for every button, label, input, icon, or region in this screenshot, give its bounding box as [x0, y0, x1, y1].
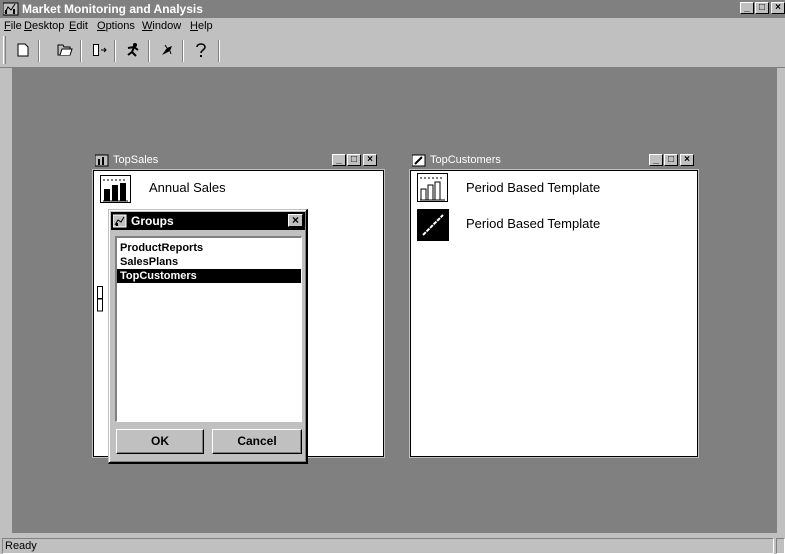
topsales-close-button[interactable]: ×	[363, 154, 377, 166]
new-document-icon	[17, 43, 29, 60]
topcustomers-close-button[interactable]: ×	[680, 154, 694, 166]
open-button[interactable]	[52, 40, 78, 62]
toolbar-grip	[3, 36, 6, 64]
list-item[interactable]: ProductReports	[117, 241, 301, 255]
app-title: Market Monitoring and Analysis	[22, 2, 203, 16]
groups-dialog: Groups × ProductReports SalesPlans TopCu…	[108, 209, 308, 464]
status-pane-right	[776, 538, 785, 554]
topcustomers-content: Period Based Template Period Based Templ…	[410, 170, 698, 457]
dialog-icon	[112, 214, 127, 228]
topcustomers-maximize-button[interactable]: □	[664, 154, 678, 166]
window-icon	[411, 154, 426, 167]
app-icon	[2, 1, 19, 16]
topcustomers-window: TopCustomers _ □ × Period Based Template…	[407, 150, 701, 460]
run-button[interactable]	[120, 40, 146, 62]
ok-button[interactable]: OK	[116, 429, 204, 454]
cursor-tool-icon	[159, 42, 175, 61]
status-pane: Ready	[2, 538, 774, 554]
minimize-button[interactable]: _	[740, 2, 754, 14]
list-item[interactable]: Annual Sales	[96, 173, 296, 203]
new-button[interactable]	[10, 40, 36, 62]
cancel-button[interactable]: Cancel	[212, 429, 302, 454]
toolbar-separator	[80, 40, 82, 62]
app-title-bar: Market Monitoring and Analysis _ □ ×	[0, 0, 785, 18]
window-icon	[94, 154, 109, 167]
list-item[interactable]: SalesPlans	[117, 255, 301, 269]
toolbar-separator	[182, 40, 184, 62]
help-button[interactable]	[188, 40, 214, 62]
topsales-maximize-button[interactable]: □	[347, 154, 361, 166]
run-figure-icon	[125, 42, 141, 61]
bar-chart-icon	[417, 173, 449, 203]
toolbar-separator	[114, 40, 116, 62]
open-folder-icon	[57, 43, 73, 59]
list-item[interactable]: Period Based Template	[413, 173, 673, 203]
toolbar	[0, 34, 785, 68]
topcustomers-minimize-button[interactable]: _	[649, 154, 663, 166]
line-chart-icon	[417, 209, 449, 241]
item-label: Period Based Template	[466, 216, 601, 231]
close-button[interactable]: ×	[771, 2, 785, 14]
help-question-icon	[195, 42, 207, 61]
list-item-selected[interactable]: TopCustomers	[117, 269, 301, 283]
topsales-title: TopSales	[113, 154, 159, 166]
toolbar-separator	[218, 40, 220, 62]
toolbar-separator	[38, 40, 40, 62]
menu-help[interactable]: Help	[190, 18, 213, 34]
cursor-tool-button[interactable]	[154, 40, 180, 62]
groups-list[interactable]: ProductReports SalesPlans TopCustomers	[115, 236, 302, 422]
topcustomers-title: TopCustomers	[430, 154, 501, 166]
maximize-button[interactable]: □	[755, 2, 769, 14]
dialog-close-button[interactable]: ×	[288, 214, 303, 227]
bar-chart-icon	[100, 175, 132, 203]
groups-title-bar[interactable]: Groups ×	[111, 212, 305, 230]
groups-title: Groups	[131, 214, 174, 228]
exit-button[interactable]	[86, 40, 112, 62]
toolbar-separator	[148, 40, 150, 62]
menu-edit[interactable]: Edit	[69, 18, 88, 34]
menu-desktop[interactable]: Desktop	[24, 18, 64, 34]
list-item[interactable]: Period Based Template	[413, 209, 673, 243]
topcustomers-title-bar[interactable]: TopCustomers _ □ ×	[409, 152, 699, 169]
item-label: Period Based Template	[466, 180, 601, 195]
partial-hidden-item	[97, 286, 103, 314]
menu-window[interactable]: Window	[142, 18, 181, 34]
topsales-minimize-button[interactable]: _	[332, 154, 346, 166]
exit-door-icon	[91, 43, 107, 60]
topsales-title-bar[interactable]: TopSales _ □ ×	[92, 152, 385, 169]
menu-file[interactable]: File	[4, 18, 22, 34]
status-text: Ready	[5, 540, 37, 552]
menu-options[interactable]: Options	[97, 18, 135, 34]
item-label: Annual Sales	[149, 180, 226, 195]
menu-bar: File Desktop Edit Options Window Help	[0, 18, 785, 34]
status-bar: Ready	[0, 536, 785, 554]
